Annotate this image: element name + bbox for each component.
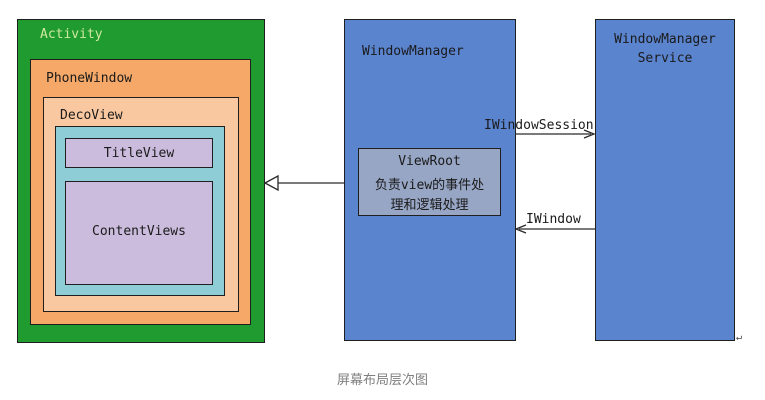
iwindow-label: IWindow (526, 212, 581, 227)
inheritance-arrow (263, 174, 344, 192)
iwindow-session-label: IWindowSession (484, 118, 594, 133)
figure-caption: 屏幕布局层次图 (336, 373, 428, 388)
connector-layer (263, 129, 596, 234)
return-mark-icon: ↵ (736, 332, 743, 343)
